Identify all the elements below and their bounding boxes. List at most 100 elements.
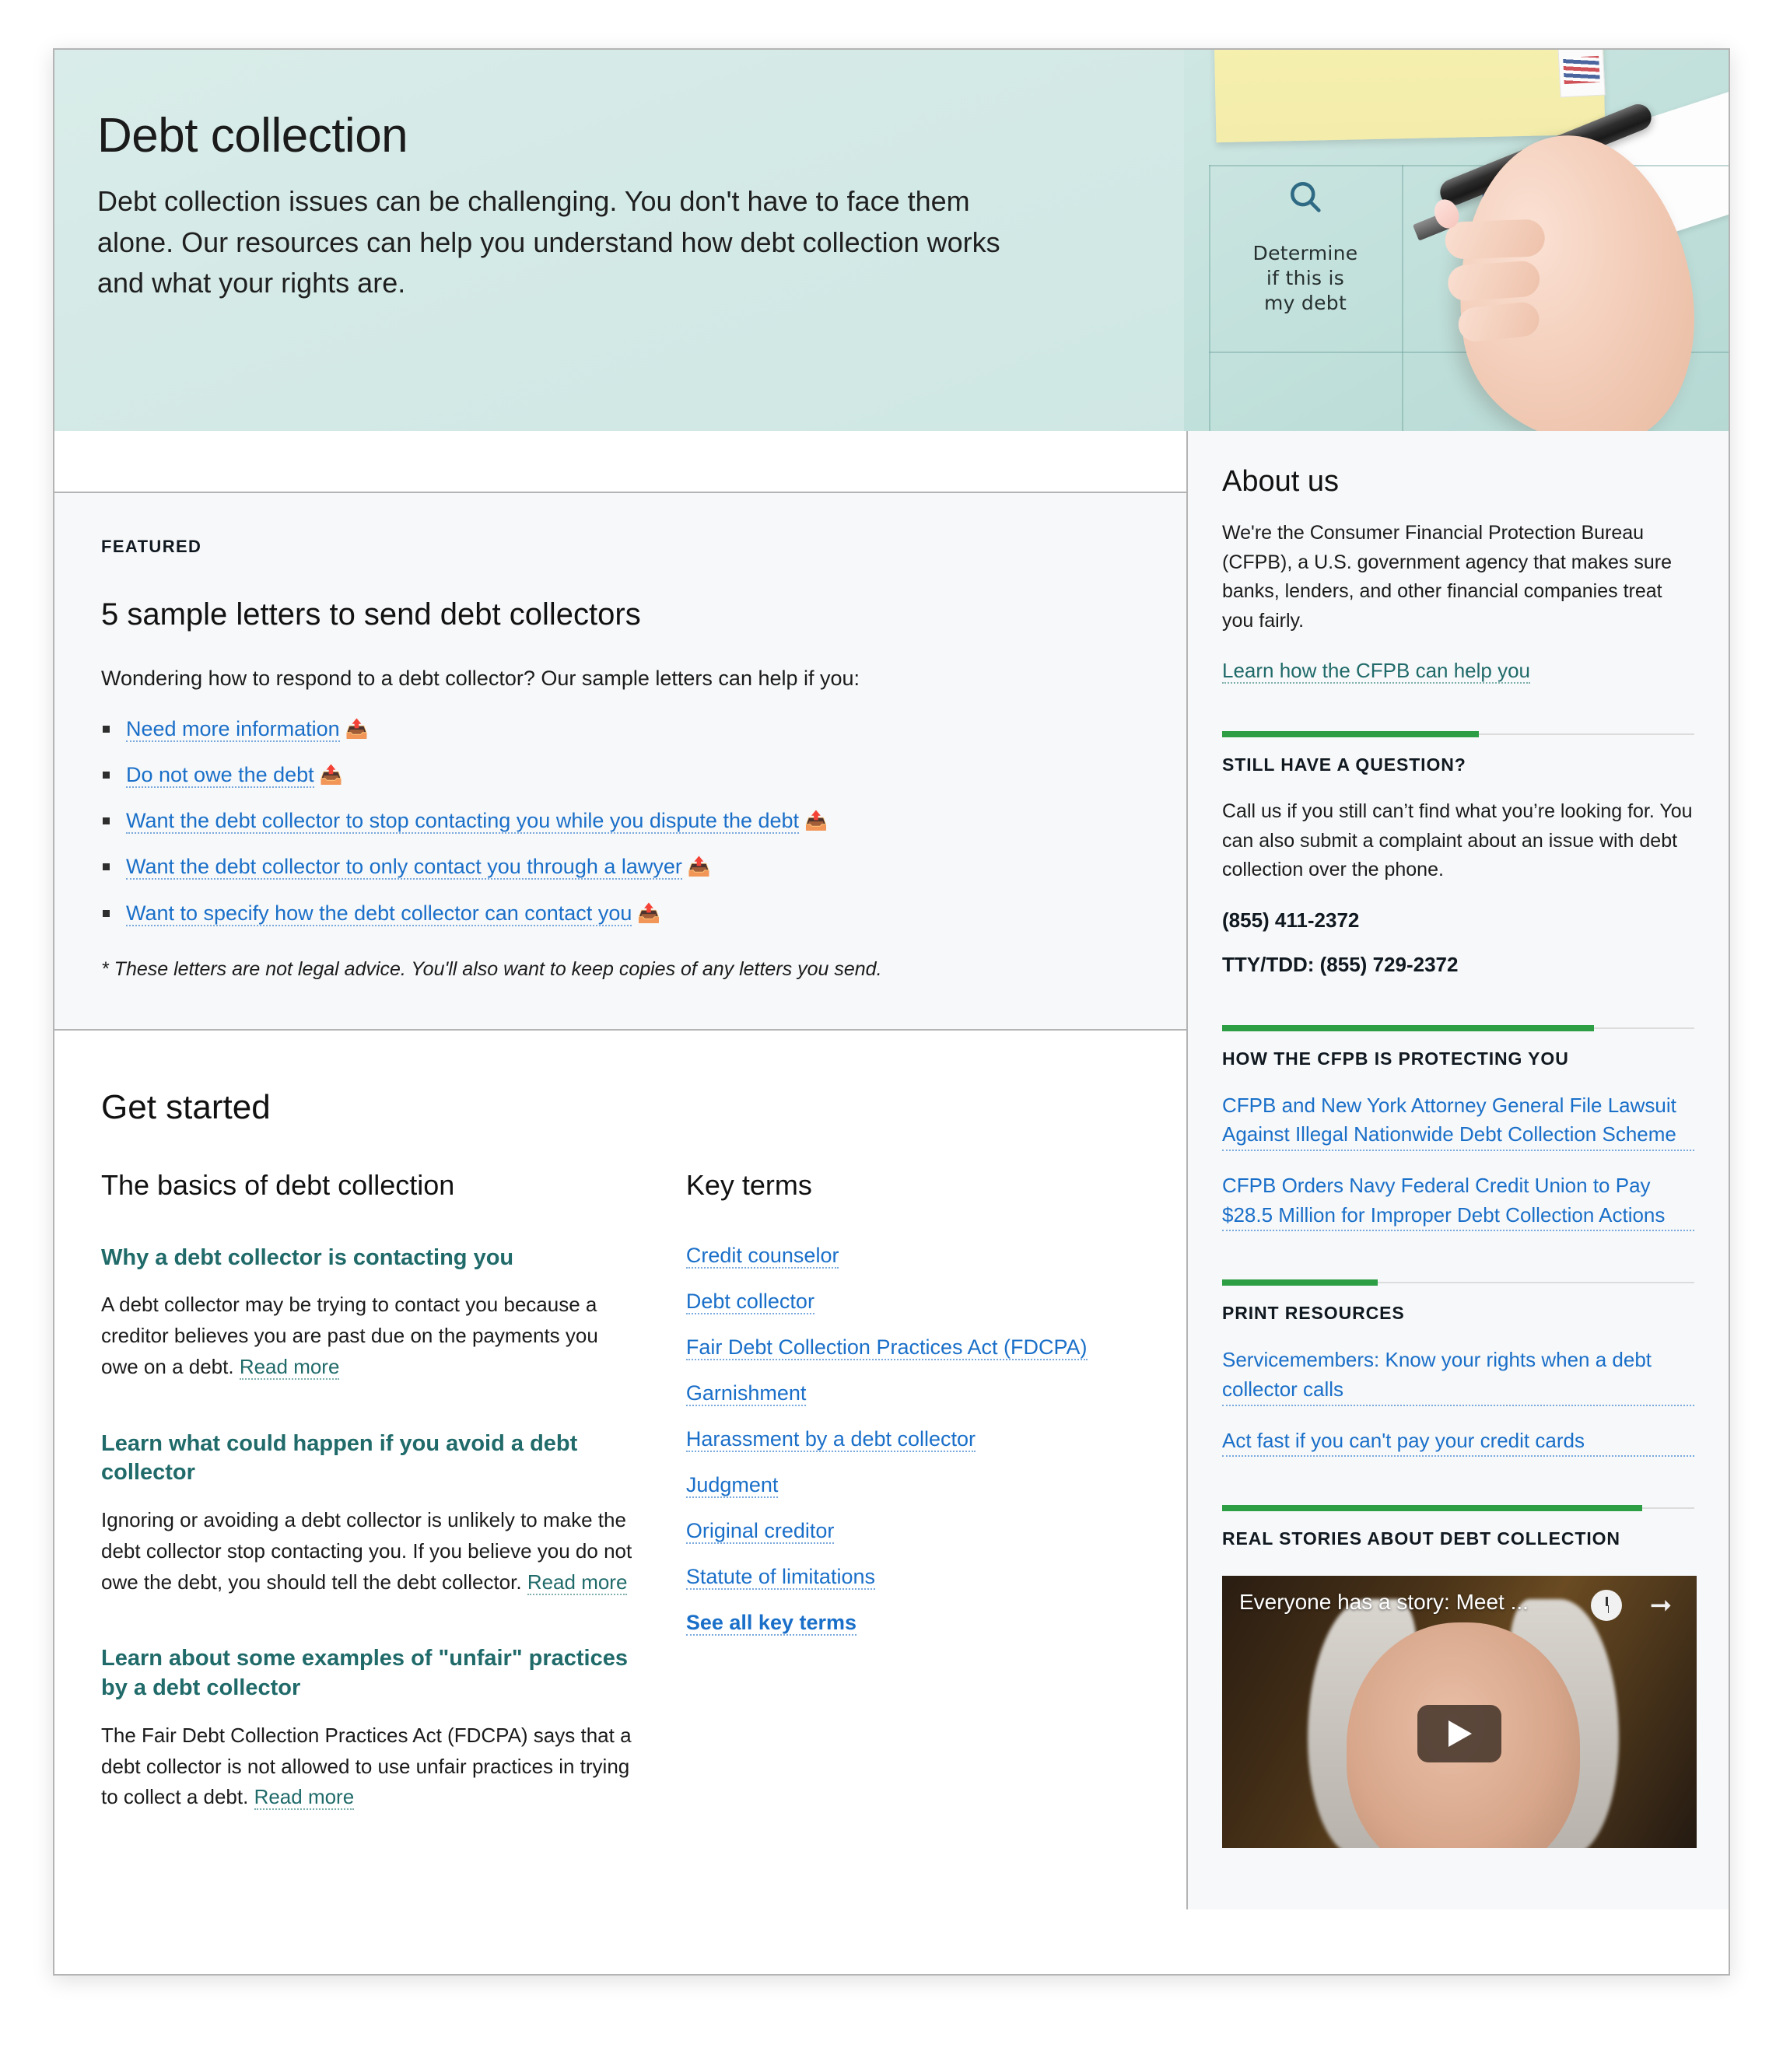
key-terms-column: Key terms Credit counselor Debt collecto… [685, 1168, 1140, 1860]
print-resource-link[interactable]: Servicemembers: Know your rights when a … [1222, 1346, 1694, 1406]
download-icon: 📤 [687, 856, 711, 878]
featured-lead: Wondering how to respond to a debt colle… [101, 667, 860, 690]
key-terms-list: Credit counselor Debt collector Fair Deb… [685, 1243, 1140, 1636]
share-icon[interactable]: ➞ [1645, 1590, 1676, 1621]
accent-bar [1222, 1024, 1594, 1031]
accent-bar [1222, 1505, 1642, 1512]
list-item: Want the debt collector to only contact … [101, 852, 1140, 882]
download-icon: 📤 [804, 810, 828, 832]
video-title: Everyone has a story: Meet ... [1239, 1590, 1529, 1615]
news-link[interactable]: CFPB Orders Navy Federal Credit Union to… [1222, 1171, 1694, 1232]
accent-bar [1222, 1279, 1378, 1286]
featured-eyebrow: FEATURED [101, 537, 202, 556]
basics-heading: The basics of debt collection [101, 1168, 455, 1201]
sample-letter-link[interactable]: Do not owe the debt [126, 763, 314, 789]
list-item: Original creditor [685, 1518, 1140, 1544]
main-column: FEATURED 5 sample letters to send debt c… [54, 431, 1186, 1910]
key-term-link[interactable]: Statute of limitations [685, 1564, 875, 1590]
section-divider [1222, 1024, 1694, 1031]
list-item: Fair Debt Collection Practices Act (FDCP… [685, 1335, 1140, 1360]
print-resource-link[interactable]: Act fast if you can't pay your credit ca… [1222, 1426, 1694, 1458]
about-us-heading: About us [1222, 465, 1339, 498]
list-item: Want to specify how the debt collector c… [101, 898, 1140, 929]
phone-number: (855) 411-2372 [1222, 908, 1360, 932]
print-eyebrow: PRINT RESOURCES [1222, 1303, 1405, 1324]
list-item: Garnishment [685, 1381, 1140, 1406]
featured-footnote: * These letters are not legal advice. Yo… [101, 957, 882, 980]
play-icon[interactable] [1417, 1705, 1501, 1763]
hero-photo: Determineif this ismy debt Sendletter [1184, 50, 1729, 431]
see-all-key-terms-link[interactable]: See all key terms [685, 1610, 857, 1636]
list-item: Want the debt collector to stop contacti… [101, 806, 1140, 836]
topic-heading: Why a debt collector is contacting you [101, 1244, 514, 1270]
hero-text-block: Debt collection Debt collection issues c… [97, 110, 1015, 304]
section-divider [1222, 1505, 1694, 1512]
sample-letter-link[interactable]: Want the debt collector to stop contacti… [126, 809, 800, 835]
video-player[interactable]: Everyone has a story: Meet ... ➞ [1222, 1576, 1697, 1849]
list-item: Need more information 📤 [101, 714, 1140, 744]
hero-banner: Debt collection Debt collection issues c… [54, 50, 1729, 431]
key-terms-heading: Key terms [685, 1168, 812, 1201]
key-term-link[interactable]: Debt collector [685, 1289, 814, 1314]
list-item: Credit counselor [685, 1243, 1140, 1269]
topic-heading: Learn what could happen if you avoid a d… [101, 1430, 578, 1486]
read-more-link[interactable]: Read more [527, 1570, 628, 1595]
hero-subtitle: Debt collection issues can be challengin… [97, 185, 1000, 299]
topic-text: The Fair Debt Collection Practices Act (… [101, 1723, 632, 1809]
magnifier-icon [1285, 177, 1326, 222]
sample-letter-link[interactable]: Want the debt collector to only contact … [126, 855, 682, 880]
tty-number: TTY/TDD: (855) 729-2372 [1222, 952, 1459, 976]
key-term-link[interactable]: Original creditor [685, 1518, 835, 1544]
topic-body: A debt collector may be trying to contac… [101, 1290, 639, 1382]
topic-body: Ignoring or avoiding a debt collector is… [101, 1505, 639, 1598]
sample-letter-link[interactable]: Want to specify how the debt collector c… [126, 901, 632, 926]
board-cell-label: Determine if this is my debt [1252, 242, 1358, 314]
list-item: Do not owe the debt 📤 [101, 760, 1140, 790]
topic-text: A debt collector may be trying to contac… [101, 1293, 598, 1378]
accent-bar [1222, 731, 1479, 737]
key-term-link[interactable]: Harassment by a debt collector [685, 1426, 976, 1452]
list-item: Debt collector [685, 1289, 1140, 1314]
key-term-link[interactable]: Judgment [685, 1472, 779, 1498]
topic-body: The Fair Debt Collection Practices Act (… [101, 1720, 639, 1813]
protecting-eyebrow: HOW THE CFPB IS PROTECTING YOU [1222, 1048, 1569, 1069]
cfpb-help-link[interactable]: Learn how the CFPB can help you [1222, 659, 1531, 684]
page-container: Debt collection Debt collection issues c… [53, 48, 1730, 1976]
protecting-links: CFPB and New York Attorney General File … [1222, 1091, 1694, 1232]
spacer [54, 431, 1186, 492]
content-area: FEATURED 5 sample letters to send debt c… [54, 431, 1729, 1910]
basics-column: The basics of debt collection Why a debt… [101, 1169, 639, 1860]
list-item: Statute of limitations [685, 1564, 1140, 1590]
list-item: See all key terms [685, 1610, 1140, 1636]
key-term-link[interactable]: Garnishment [685, 1381, 807, 1406]
section-divider [1222, 731, 1694, 737]
watch-later-icon[interactable] [1591, 1590, 1622, 1622]
download-icon: 📤 [637, 902, 661, 924]
yellow-envelope [1214, 50, 1606, 143]
featured-card: FEATURED 5 sample letters to send debt c… [54, 492, 1186, 1031]
question-eyebrow: STILL HAVE A QUESTION? [1222, 754, 1466, 775]
section-divider [1222, 1279, 1694, 1286]
sample-letters-list: Need more information 📤 Do not owe the de… [101, 714, 1140, 929]
list-item: Judgment [685, 1472, 1140, 1498]
news-link[interactable]: CFPB and New York Attorney General File … [1222, 1091, 1694, 1151]
read-more-link[interactable]: Read more [254, 1785, 355, 1811]
about-us-body: We're the Consumer Financial Protection … [1222, 522, 1673, 632]
key-term-link[interactable]: Credit counselor [685, 1243, 839, 1269]
get-started-title: Get started [101, 1087, 271, 1126]
sidebar: About us We're the Consumer Financial Pr… [1186, 431, 1729, 1910]
postage-stamp-icon [1557, 50, 1606, 98]
stories-eyebrow: REAL STORIES ABOUT DEBT COLLECTION [1222, 1528, 1620, 1549]
page-title: Debt collection [97, 109, 408, 163]
download-icon: 📤 [345, 719, 369, 740]
topic-heading: Learn about some examples of "unfair" pr… [101, 1646, 628, 1701]
featured-title: 5 sample letters to send debt collectors [101, 597, 641, 632]
key-term-link[interactable]: Fair Debt Collection Practices Act (FDCP… [685, 1335, 1088, 1360]
print-links: Servicemembers: Know your rights when a … [1222, 1346, 1694, 1458]
read-more-link[interactable]: Read more [239, 1354, 340, 1380]
question-body: Call us if you still can’t find what you… [1222, 800, 1693, 880]
list-item: Harassment by a debt collector [685, 1426, 1140, 1452]
sample-letter-link[interactable]: Need more information [126, 717, 340, 742]
board-cell-determine: Determine if this is my debt [1209, 165, 1402, 352]
download-icon: 📤 [319, 765, 343, 786]
